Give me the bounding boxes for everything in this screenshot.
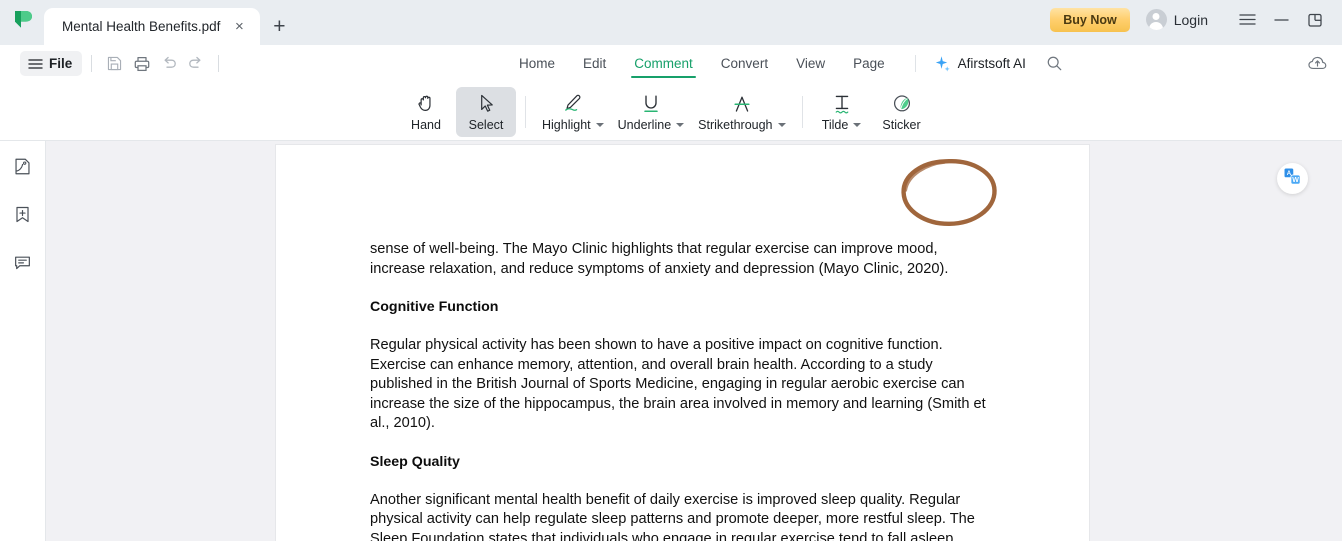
chevron-down-icon[interactable] [777, 122, 786, 127]
pdf-text-content: sense of well-being. The Mayo Clinic hig… [370, 240, 995, 541]
highlight-pen-icon [560, 92, 585, 116]
tab-home-label: Home [519, 56, 556, 71]
section-heading: Sleep Quality [370, 453, 460, 470]
tool-tilde[interactable]: Tilde [812, 87, 872, 137]
underline-icon [639, 92, 663, 116]
tab-view-label: View [796, 56, 826, 71]
close-tab-icon[interactable]: × [231, 19, 247, 34]
tool-divider [525, 95, 526, 128]
hand-icon [415, 92, 438, 116]
save-icon[interactable] [101, 50, 128, 77]
chevron-down-icon[interactable] [676, 122, 685, 127]
left-sidebar [0, 141, 46, 541]
section-heading: Cognitive Function [370, 299, 499, 315]
sticker-leaf-icon [890, 92, 914, 116]
tool-strikethrough[interactable]: Strikethrough [691, 87, 792, 137]
file-menu-label: File [49, 56, 73, 71]
tool-underline[interactable]: Underline [611, 87, 692, 137]
hamburger-icon [28, 58, 43, 69]
tab-view[interactable]: View [782, 45, 839, 82]
tool-divider-2 [801, 95, 803, 128]
chevron-down-icon[interactable] [853, 122, 862, 127]
minimize-window-icon[interactable] [1264, 6, 1298, 34]
translate-to-word-icon: A W [1283, 167, 1302, 191]
undo-icon[interactable] [155, 50, 182, 77]
ribbon-tab-strip: Home Edit Comment Convert View Page Afir… [505, 45, 1070, 82]
sidebar-item-comments[interactable] [8, 250, 38, 280]
svg-text:W: W [1292, 176, 1299, 183]
print-icon[interactable] [128, 50, 155, 77]
login-label: Login [1173, 11, 1208, 28]
new-tab-button[interactable]: + [260, 8, 298, 45]
tool-highlight[interactable]: Highlight [535, 87, 611, 137]
paragraph: Another significant mental health benefi… [370, 491, 975, 541]
tab-convert-label: Convert [720, 56, 769, 71]
tab-home[interactable]: Home [505, 45, 569, 82]
search-icon[interactable] [1040, 49, 1070, 79]
tab-comment-label: Comment [634, 56, 693, 71]
avatar-icon [1145, 9, 1167, 30]
tool-tilde-text: Tilde [821, 117, 849, 132]
annotation-toolbar: Hand Select Highlight Underline Striketh… [0, 82, 1342, 227]
buy-now-button[interactable]: Buy Now [1050, 7, 1130, 32]
tab-comment[interactable]: Comment [620, 45, 707, 82]
tool-tilde-label: Tilde [822, 118, 862, 132]
bookmark-add-icon [13, 205, 32, 229]
document-tab[interactable]: Mental Health Benefits.pdf × [44, 8, 261, 45]
comment-icon [13, 253, 32, 277]
document-workspace: sense of well-being. The Mayo Clinic hig… [0, 141, 1342, 541]
strikethrough-icon [730, 92, 754, 116]
sparkle-icon [935, 56, 950, 72]
tool-strikethrough-label: Strikethrough [698, 117, 786, 132]
sidebar-item-thumbnails[interactable] [8, 154, 38, 184]
tilde-icon [830, 92, 854, 116]
login-button[interactable]: Login [1145, 9, 1208, 30]
afirstsoft-ai-button[interactable]: Afirstsoft AI [932, 54, 1026, 73]
tool-underline-text: Underline [617, 117, 672, 132]
paragraph: Regular physical activity has been shown… [370, 337, 986, 431]
tab-edit-label: Edit [583, 56, 607, 71]
tool-highlight-text: Highlight [542, 117, 591, 132]
tool-strikethrough-text: Strikethrough [698, 117, 773, 132]
titlebar-right-group: Buy Now Login [1050, 0, 1342, 45]
paragraph: sense of well-being. The Mayo Clinic hig… [370, 241, 949, 277]
afirstsoft-ai-label: Afirstsoft AI [957, 56, 1026, 71]
menu-bar: File Home Edit Comment Convert View Page… [0, 45, 1342, 82]
toolbar-divider [91, 55, 93, 72]
cloud-upload-icon[interactable] [1302, 48, 1332, 78]
tool-sticker[interactable]: Sticker [872, 87, 932, 137]
tool-underline-label: Underline [618, 118, 685, 132]
sidebar-item-bookmarks[interactable] [8, 202, 38, 232]
file-menu-button[interactable]: File [20, 51, 83, 76]
tab-page[interactable]: Page [839, 45, 899, 82]
document-tab-title: Mental Health Benefits.pdf [62, 19, 221, 34]
tab-page-label: Page [853, 56, 885, 71]
tool-hand[interactable]: Hand [396, 87, 456, 137]
chevron-down-icon[interactable] [595, 122, 604, 127]
tool-hand-label: Hand [411, 117, 441, 132]
restore-window-icon[interactable] [1298, 6, 1332, 34]
annotation-tool-group: Hand Select Highlight Underline Striketh… [396, 82, 932, 141]
redo-icon[interactable] [182, 50, 209, 77]
tool-select-label: Select [468, 117, 504, 132]
menu-divider [914, 55, 916, 72]
app-leaf-logo-icon [0, 0, 44, 45]
thumbnail-page-icon [13, 157, 32, 181]
tab-convert[interactable]: Convert [707, 45, 782, 82]
translate-to-word-button[interactable]: A W [1277, 163, 1308, 194]
tool-sticker-label: Sticker [882, 117, 921, 132]
title-bar: Mental Health Benefits.pdf × + Buy Now L… [0, 0, 1342, 45]
tab-edit[interactable]: Edit [569, 45, 620, 82]
tool-highlight-label: Highlight [542, 118, 604, 132]
cursor-arrow-icon [475, 92, 498, 116]
app-menu-icon[interactable] [1230, 6, 1264, 34]
tool-select[interactable]: Select [456, 86, 516, 137]
pdf-page[interactable]: sense of well-being. The Mayo Clinic hig… [275, 144, 1090, 541]
toolbar-divider-2 [218, 55, 220, 72]
